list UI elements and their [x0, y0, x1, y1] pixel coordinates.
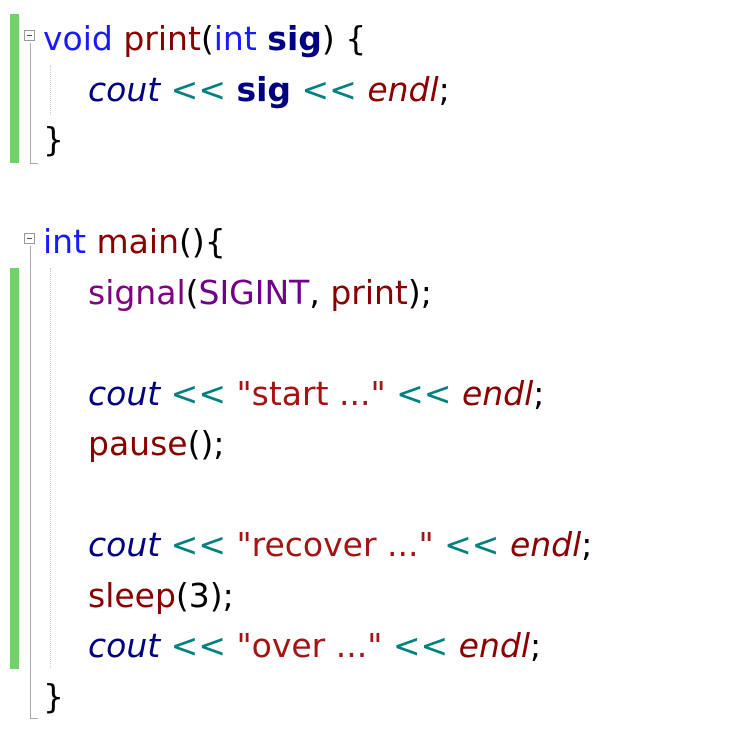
code-token: print — [330, 273, 408, 312]
code-token: << — [160, 626, 237, 665]
code-token: ( — [200, 19, 214, 58]
fold-guide-end — [30, 718, 38, 719]
code-text: cout << sig << endl; — [88, 69, 450, 111]
code-token: SIGINT — [198, 273, 310, 312]
fold-guide-line — [30, 246, 31, 718]
change-marker — [10, 520, 19, 571]
code-token: "recover ..." — [236, 525, 434, 564]
code-token: ); — [407, 273, 432, 312]
code-token: << — [291, 70, 368, 109]
change-marker — [10, 115, 19, 163]
change-marker — [10, 369, 19, 420]
change-marker — [10, 470, 19, 521]
indent-guide — [50, 65, 51, 115]
change-marker — [10, 419, 19, 470]
code-token: main — [96, 222, 179, 261]
code-token: sig — [267, 19, 322, 58]
code-token: ; — [581, 525, 593, 564]
code-token: ) { — [321, 19, 367, 58]
change-marker — [10, 14, 19, 65]
code-token: sig — [236, 70, 292, 109]
code-line-5[interactable]: int main(){ — [0, 217, 745, 267]
code-token: "over ..." — [236, 626, 383, 665]
fold-guide-line — [30, 43, 31, 163]
code-line-11[interactable]: cout << "recover ..." << endl; — [0, 520, 745, 571]
change-marker — [10, 268, 19, 319]
code-token: ; — [438, 70, 450, 109]
code-token: "start ..." — [236, 374, 386, 413]
code-token: << — [382, 626, 459, 665]
code-text: } — [43, 676, 64, 718]
code-line-2[interactable]: cout << sig << endl; — [0, 65, 745, 116]
code-token: } — [43, 120, 64, 159]
code-token: (){ — [178, 222, 226, 261]
code-token: , — [309, 273, 331, 312]
code-token: cout — [88, 70, 161, 109]
code-line-7[interactable] — [0, 318, 745, 369]
code-token: endl — [367, 70, 439, 109]
code-token: << — [160, 70, 237, 109]
code-text: cout << "over ..." << endl; — [88, 625, 541, 667]
code-text: signal(SIGINT, print); — [88, 272, 432, 314]
code-text: void print(int sig) { — [43, 18, 366, 60]
fold-guide-end — [30, 163, 38, 164]
code-line-1[interactable]: void print(int sig) { — [0, 14, 745, 65]
code-token: pause — [88, 424, 188, 463]
code-line-6[interactable]: signal(SIGINT, print); — [0, 268, 745, 319]
code-text: pause(); — [88, 423, 224, 465]
code-token: (3); — [175, 576, 234, 615]
code-token: endl — [461, 374, 534, 413]
code-text: } — [43, 119, 64, 161]
code-token: << — [385, 374, 462, 413]
code-text: cout << "recover ..." << endl; — [88, 524, 592, 566]
code-token: } — [43, 677, 64, 716]
code-line-13[interactable]: cout << "over ..." << endl; — [0, 621, 745, 671]
code-token: ; — [530, 626, 542, 665]
indent-guide — [50, 268, 51, 668]
code-line-3[interactable]: } — [0, 115, 745, 165]
change-marker — [10, 318, 19, 369]
code-token: signal — [88, 273, 186, 312]
code-token: (); — [187, 424, 225, 463]
code-token: int — [43, 222, 87, 261]
code-token: cout — [88, 374, 161, 413]
code-token: endl — [509, 525, 582, 564]
code-token: << — [160, 374, 237, 413]
code-line-10[interactable] — [0, 470, 745, 521]
code-token: cout — [88, 626, 161, 665]
code-token: print — [123, 19, 201, 58]
code-text: sleep(3); — [88, 575, 234, 617]
code-token: int — [213, 19, 257, 58]
code-token: cout — [88, 525, 161, 564]
code-line-12[interactable]: sleep(3); — [0, 571, 745, 622]
fold-collapse-icon[interactable] — [24, 30, 35, 41]
code-token: << — [433, 525, 510, 564]
code-line-9[interactable]: pause(); — [0, 419, 745, 470]
code-token: << — [160, 525, 237, 564]
code-token: sleep — [88, 576, 176, 615]
code-line-8[interactable]: cout << "start ..." << endl; — [0, 369, 745, 420]
change-marker — [10, 65, 19, 116]
code-editor[interactable]: void print(int sig) { cout << sig << end… — [0, 0, 745, 741]
code-token: ( — [185, 273, 199, 312]
code-token: ; — [533, 374, 545, 413]
fold-collapse-icon[interactable] — [24, 233, 35, 244]
code-line-14[interactable]: } — [0, 672, 745, 722]
code-text: cout << "start ..." << endl; — [88, 373, 544, 415]
code-text: int main(){ — [43, 221, 226, 263]
change-marker — [10, 621, 19, 669]
code-token: endl — [458, 626, 530, 665]
change-marker — [10, 571, 19, 622]
code-token: void — [43, 19, 113, 58]
